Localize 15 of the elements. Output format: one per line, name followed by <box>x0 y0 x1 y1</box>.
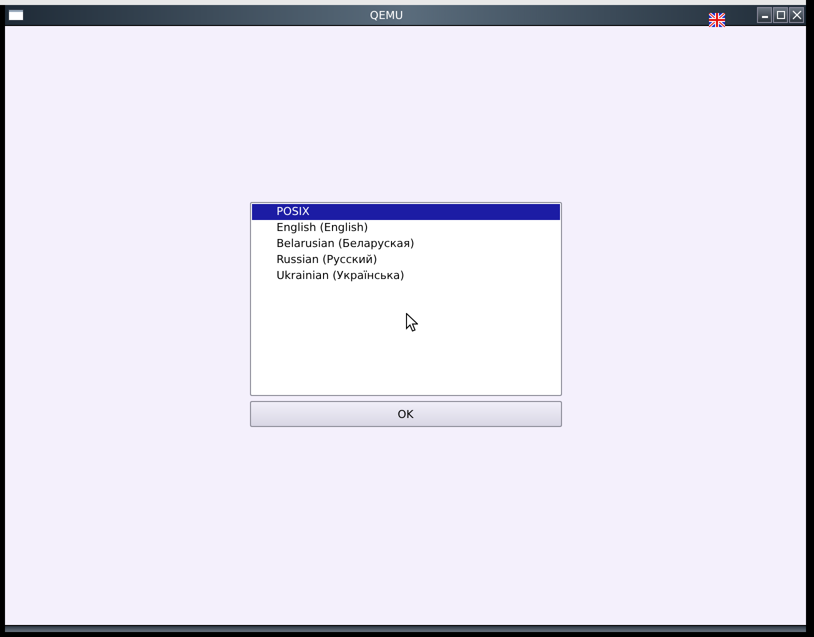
window-title: QEMU <box>368 8 404 22</box>
language-item[interactable]: Ukrainian (Українська) <box>252 268 560 284</box>
language-item[interactable]: POSIX <box>252 204 560 220</box>
close-button[interactable] <box>789 7 804 23</box>
language-item[interactable]: English (English) <box>252 220 560 236</box>
close-icon <box>792 10 802 20</box>
ok-button[interactable]: OK <box>250 401 562 427</box>
mouse-pointer-icon <box>406 313 418 332</box>
language-item[interactable]: Russian (Русский) <box>252 252 560 268</box>
flag-icon[interactable] <box>709 13 725 27</box>
window-icon <box>8 9 24 21</box>
language-item[interactable]: Belarusian (Беларуская) <box>252 236 560 252</box>
minimize-button[interactable] <box>757 7 772 23</box>
maximize-icon <box>776 10 786 20</box>
maximize-button[interactable] <box>773 7 788 23</box>
